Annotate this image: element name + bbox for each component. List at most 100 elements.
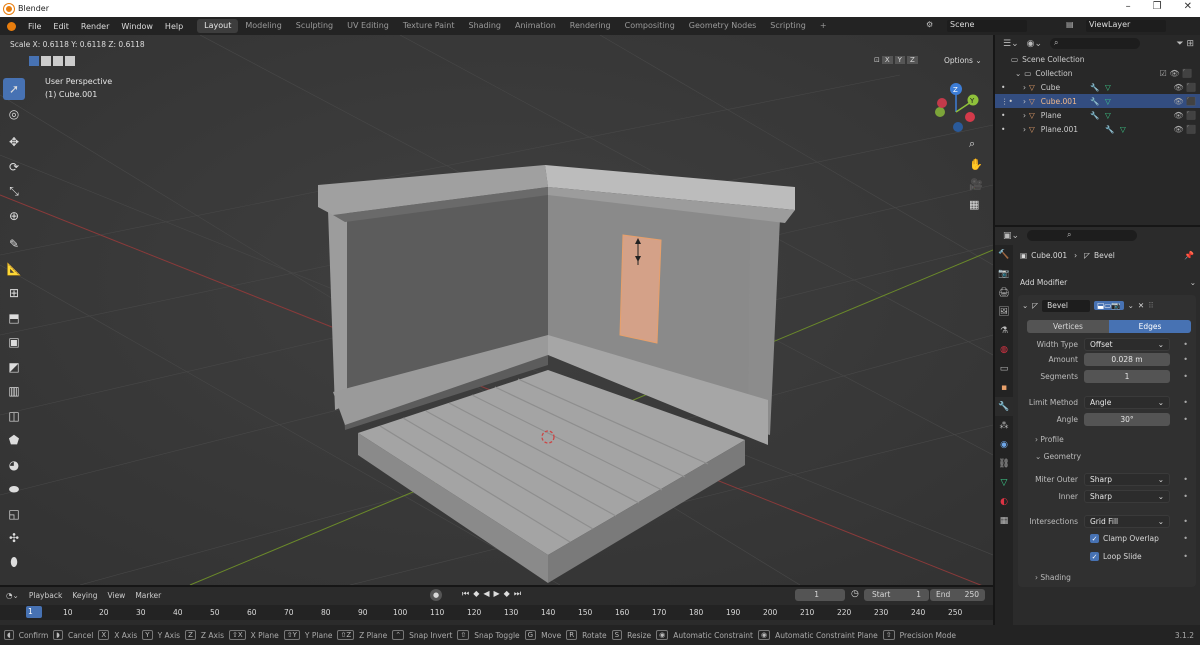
tab-layout[interactable]: Layout [197,19,239,33]
tab-shading[interactable]: Shading [461,19,508,33]
remove-modifier-icon[interactable]: ✕ [1138,301,1144,310]
tab-modeling[interactable]: Modeling [238,19,288,33]
shrink-fatten-tool-icon[interactable]: ✣ [3,527,25,549]
scale-tool-icon[interactable]: ⤡ [3,180,25,202]
props-editor-type-icon[interactable]: ▣⌄ [1003,231,1019,241]
properties-search-input[interactable]: ⌕ [1027,230,1138,241]
axis-y-toggle[interactable]: Y [894,56,905,64]
start-frame-field[interactable]: Start 1 [864,589,929,601]
tab-compositing[interactable]: Compositing [618,19,682,33]
add-cube-tool-icon[interactable]: ⊞ [3,282,25,304]
record-button[interactable]: ● [430,589,442,601]
jump-end-icon[interactable]: ⏭ [514,589,521,599]
geometry-subpanel[interactable]: ⌄ Geometry [1035,452,1081,461]
visibility-icons[interactable]: 👁 ⬛ [1173,111,1196,120]
tab-texture-paint[interactable]: Texture Paint [396,19,462,33]
axis-z-toggle[interactable]: Z [906,56,918,64]
outliner-item-plane-001[interactable]: • › ▽ Plane.001 🔧 ▽ 👁 ⬛ [995,122,1200,136]
current-frame-field[interactable]: 1 [795,589,845,601]
annotate-tool-icon[interactable]: ✎ [3,233,25,255]
knife-tool-icon[interactable]: ◫ [3,405,25,427]
modifier-menu-icon[interactable]: ⌄ [1128,301,1134,310]
outliner-item-cube[interactable]: • › ▽ Cube 🔧 ▽ 👁 ⬛ [995,80,1200,94]
menu-edit[interactable]: Edit [47,22,75,31]
view-layer-tab-icon[interactable]: 🖼 [995,302,1013,321]
scene-selector[interactable]: Scene [947,20,1027,32]
playback-menu[interactable]: Playback [29,591,62,600]
keying-menu[interactable]: Keying [72,591,97,600]
data-tab-icon[interactable]: ▽ [995,473,1013,492]
outliner-scene-collection[interactable]: ▭ Scene Collection [995,52,1200,66]
smooth-tool-icon[interactable]: ⬬ [3,478,25,500]
inset-tool-icon[interactable]: ▣ [3,331,25,353]
animate-dot-icon[interactable]: • [1183,475,1188,484]
animate-dot-icon[interactable]: • [1183,534,1188,543]
cursor-tool-icon[interactable]: ◎ [3,103,25,125]
intersections-select[interactable]: Grid Fill ⌄ [1084,515,1170,528]
add-workspace-button[interactable]: + [813,19,834,33]
animate-dot-icon[interactable]: • [1183,340,1188,349]
menu-help[interactable]: Help [159,22,189,31]
visibility-icons[interactable]: 👁 ⬛ [1173,83,1196,92]
options-dropdown[interactable]: Options ⌄ [944,56,982,65]
menu-file[interactable]: File [22,22,47,31]
width-type-select[interactable]: Offset ⌄ [1084,338,1170,351]
profile-subpanel[interactable]: › Profile [1035,435,1064,444]
clamp-overlap-checkbox[interactable]: ✓ [1090,534,1099,543]
texture-tab-icon[interactable]: ▦ [995,511,1013,530]
display-mode-icon[interactable]: ◉⌄ [1027,39,1042,49]
menu-render[interactable]: Render [75,22,115,31]
select-subtract-icon[interactable] [53,56,63,66]
pin-icon[interactable]: 📌 [1184,251,1194,260]
world-tab-icon[interactable]: ◍ [995,340,1013,359]
collection-tab-icon[interactable]: ▭ [995,359,1013,378]
select-extend-icon[interactable] [41,56,51,66]
filter-icon[interactable]: ⏷ ⊞ [1176,39,1194,49]
menu-window[interactable]: Window [115,22,159,31]
vertices-toggle[interactable]: Vertices [1027,320,1109,333]
animate-dot-icon[interactable]: • [1183,492,1188,501]
physics-tab-icon[interactable]: ◉ [995,435,1013,454]
animate-dot-icon[interactable]: • [1183,355,1188,364]
shear-tool-icon[interactable]: ⬮ [3,552,25,574]
loop-cut-tool-icon[interactable]: ▥ [3,380,25,402]
extrude-tool-icon[interactable]: ⬒ [3,307,25,329]
measure-tool-icon[interactable]: 📐 [3,258,25,280]
jump-start-icon[interactable]: ⏮ [462,589,469,599]
inner-select[interactable]: Sharp ⌄ [1084,490,1170,503]
transform-tool-icon[interactable]: ⊕ [3,205,25,227]
tab-animation[interactable]: Animation [508,19,563,33]
angle-field[interactable]: 30° [1084,413,1170,426]
modifier-name-field[interactable]: Bevel [1042,299,1091,312]
collapse-icon[interactable]: ⌄ [1022,301,1028,310]
tab-uv-editing[interactable]: UV Editing [340,19,396,33]
animate-dot-icon[interactable]: • [1183,372,1188,381]
material-tab-icon[interactable]: ◐ [995,492,1013,511]
timeline-editor-icon[interactable]: ◔⌄ [6,591,19,600]
move-tool-icon[interactable]: ✥ [3,131,25,153]
constraints-tab-icon[interactable]: ⛓ [995,454,1013,473]
modifier-tab-icon[interactable]: 🔧 [995,397,1013,416]
animate-dot-icon[interactable]: • [1183,398,1188,407]
poly-build-tool-icon[interactable]: ⬟ [3,429,25,451]
zoom-icon[interactable]: ⌕ [969,137,983,151]
prev-keyframe-icon[interactable]: ◆ [473,589,479,599]
amount-field[interactable]: 0.028 m [1084,353,1170,366]
pan-hand-icon[interactable]: ✋ [969,158,983,171]
tab-sculpting[interactable]: Sculpting [289,19,340,33]
outliner-search-input[interactable]: ⌕ [1050,38,1141,49]
camera-view-icon[interactable]: 🎥 [969,178,983,191]
select-new-icon[interactable] [29,56,39,66]
particles-tab-icon[interactable]: ⁂ [995,416,1013,435]
outliner-item-cube-001[interactable]: ⋮• › ▽ Cube.001 🔧 ▽ 👁 ⬛ [995,94,1200,108]
render-tab-icon[interactable]: 📷 [995,264,1013,283]
visibility-icons[interactable]: 👁 ⬛ [1173,125,1196,134]
rotate-tool-icon[interactable]: ⟳ [3,156,25,178]
object-tab-icon[interactable]: ▪ [995,378,1013,397]
outliner-collection[interactable]: ⌄ ▭ Collection ☑ 👁 ⬛ [995,66,1200,80]
clock-icon[interactable]: ◷ [851,589,859,599]
edges-toggle[interactable]: Edges [1109,320,1191,333]
shading-subpanel[interactable]: › Shading [1035,573,1071,582]
end-frame-field[interactable]: End 250 [930,589,985,601]
tab-geometry-nodes[interactable]: Geometry Nodes [682,19,763,33]
